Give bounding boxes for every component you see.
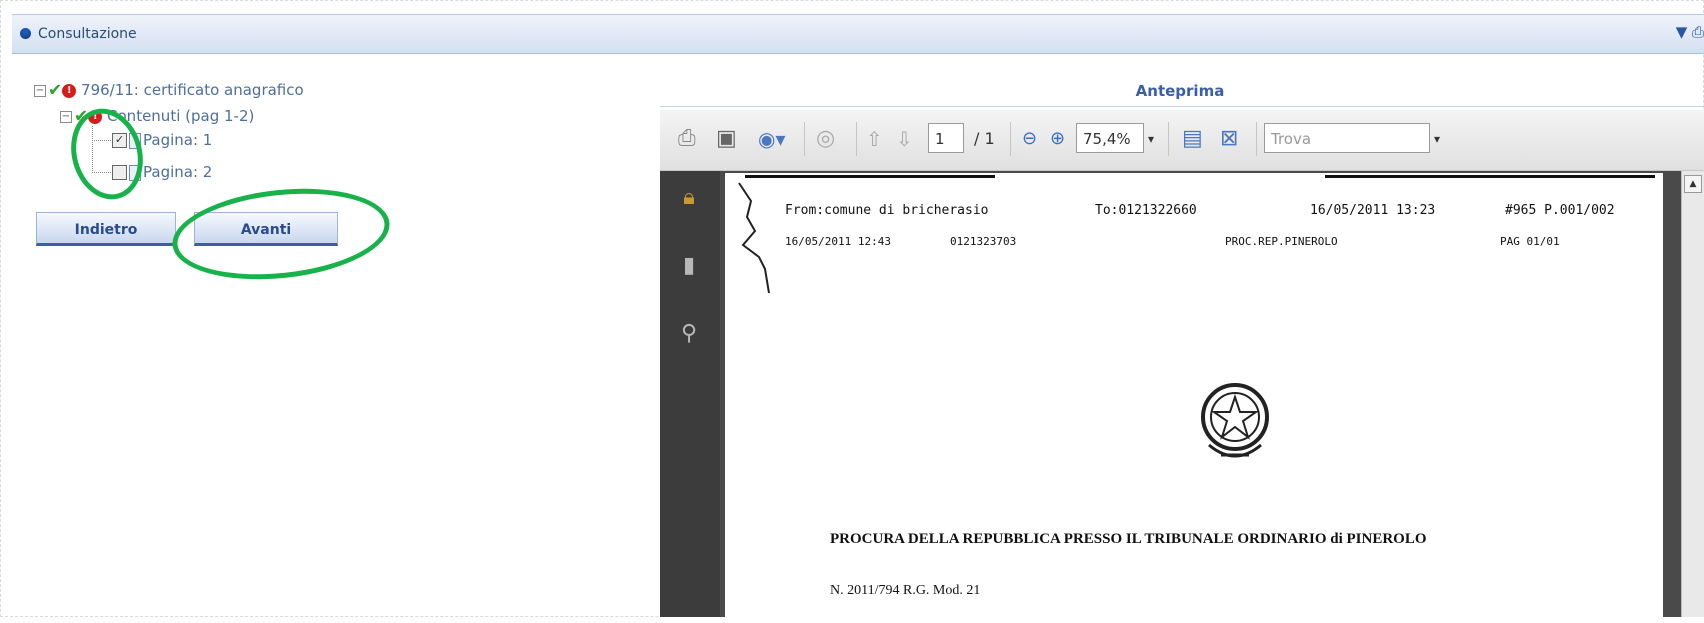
- binoculars-icon[interactable]: ⚲: [678, 321, 700, 351]
- collapse-icon[interactable]: −: [60, 110, 72, 123]
- chevron-down-icon[interactable]: ▾: [1148, 124, 1154, 154]
- document-page: From:comune di bricherasio To:0121322660…: [725, 173, 1663, 623]
- lock-icon[interactable]: 🔒︎: [678, 185, 700, 215]
- zoom-in-icon[interactable]: ⊕: [1050, 124, 1065, 154]
- pages-icon[interactable]: ▮: [678, 253, 700, 283]
- print-icon[interactable]: ⎙: [678, 124, 696, 154]
- scan-line: [1325, 175, 1655, 178]
- viewer-sidebar: 🔒︎ ▮ ⚲: [660, 171, 720, 617]
- fax-line2-page: PAG 01/01: [1500, 235, 1560, 248]
- document-reference: N. 2011/794 R.G. Mod. 21: [830, 583, 981, 598]
- error-icon: !: [62, 83, 77, 98]
- pdf-viewer: 🔒︎ ▮ ⚲ From:comune di bricherasio To:012…: [660, 171, 1704, 623]
- zoom-out-icon[interactable]: ⊖: [1022, 124, 1037, 154]
- panel-tools-icon[interactable]: ▼ ⎙: [1676, 23, 1704, 41]
- panel-header: Consultazione ▼ ⎙: [12, 14, 1704, 54]
- divider: [660, 106, 1704, 107]
- collapse-icon[interactable]: −: [34, 84, 46, 97]
- page-total-label: / 1: [974, 129, 995, 148]
- web-icon[interactable]: ◎: [816, 124, 835, 154]
- fit-width-icon[interactable]: ▤: [1182, 124, 1203, 154]
- attach-icon[interactable]: ◉▾: [758, 124, 786, 154]
- fax-from: From:comune di bricherasio: [785, 203, 989, 218]
- previous-page-icon[interactable]: ⇧: [866, 124, 883, 154]
- tree-node-label: 796/11: certificato anagrafico: [81, 81, 304, 99]
- fax-to: To:0121322660: [1095, 203, 1197, 218]
- back-button[interactable]: Indietro: [36, 212, 176, 246]
- fax-line2-office: PROC.REP.PINEROLO: [1225, 235, 1338, 248]
- scan-line: [745, 175, 995, 178]
- scroll-up-icon[interactable]: ▲: [1684, 175, 1702, 193]
- tree-node-label: Pagina: 1: [143, 131, 213, 149]
- panel-title: Consultazione: [38, 26, 137, 42]
- preview-title: Anteprima: [1135, 82, 1225, 100]
- pdf-toolbar: ⎙ ▣ ◉▾ ◎ ⇧ ⇩ 1 / 1 ⊖ ⊕ 75,4% ▾ ▤ ⊠ Trova…: [660, 110, 1704, 171]
- fax-line2-number: 0121323703: [950, 235, 1017, 248]
- tree-node-root[interactable]: − ✔! 796/11: certificato anagrafico: [34, 80, 304, 101]
- find-input[interactable]: Trova: [1264, 123, 1430, 153]
- checkmark-icon: ✔: [48, 80, 63, 101]
- zoom-select[interactable]: 75,4%: [1076, 123, 1144, 153]
- tree-node-label: Pagina: 2: [143, 163, 213, 181]
- fax-code: #965 P.001/002: [1505, 203, 1615, 218]
- panel-bullet-icon: [20, 28, 31, 39]
- fit-page-icon[interactable]: ⊠: [1220, 124, 1238, 154]
- fax-datetime: 16/05/2011 13:23: [1310, 203, 1436, 218]
- chevron-down-icon[interactable]: ▾: [1434, 124, 1440, 154]
- save-icon[interactable]: ▣: [716, 124, 737, 154]
- fax-line2-date: 16/05/2011 12:43: [785, 235, 891, 248]
- vertical-scrollbar[interactable]: ▲: [1681, 171, 1704, 617]
- next-page-icon[interactable]: ⇩: [896, 124, 913, 154]
- republic-emblem: [1201, 383, 1269, 458]
- document-heading: PROCURA DELLA REPUBBLICA PRESSO IL TRIBU…: [830, 531, 1427, 547]
- page-number-input[interactable]: 1: [928, 123, 964, 153]
